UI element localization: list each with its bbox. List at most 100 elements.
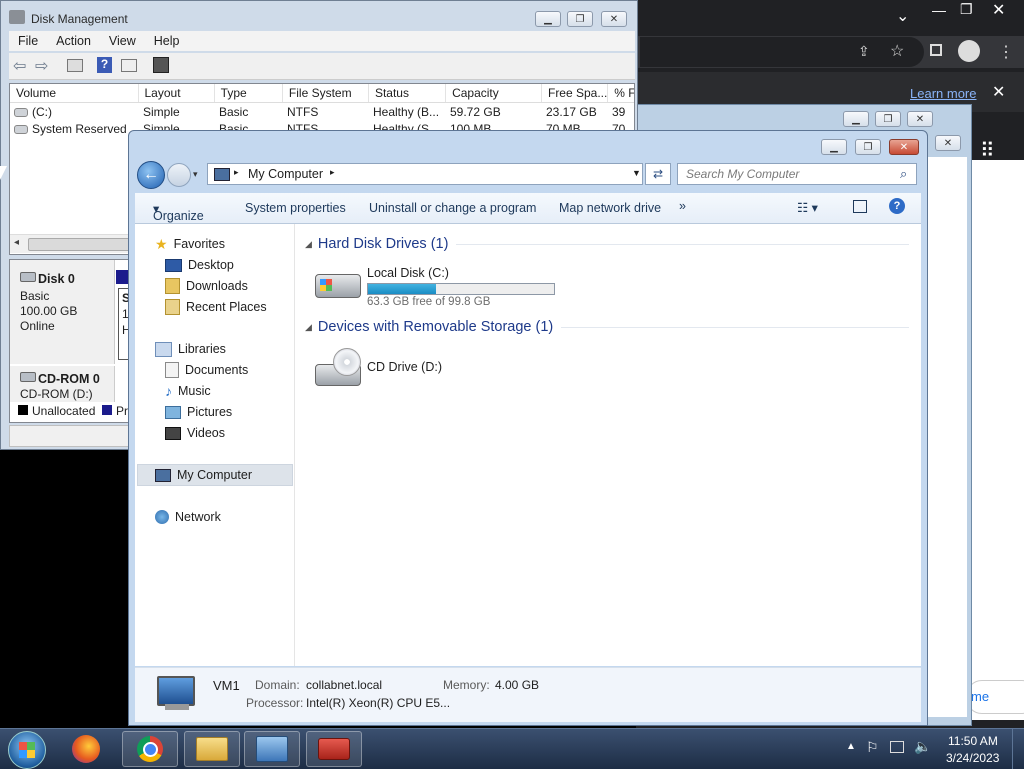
drive-usage-fill <box>368 284 437 294</box>
nav-documents[interactable]: Documents <box>165 360 248 380</box>
menu-help[interactable]: Help <box>154 34 180 48</box>
minimize-icon[interactable]: — <box>932 2 946 18</box>
table-row[interactable]: (C:) Simple Basic NTFS Healthy (B... 59.… <box>10 103 634 120</box>
col-volume[interactable]: Volume <box>10 84 139 102</box>
taskbar-explorer[interactable] <box>184 731 240 767</box>
change-view-icon[interactable]: ☷ ▾ <box>797 200 818 215</box>
maximize-button[interactable]: ❐ <box>567 11 593 27</box>
chrome-pill-button[interactable]: me <box>966 680 1024 714</box>
menu-bar: File Action View Help <box>9 31 635 51</box>
side-panel-icon[interactable] <box>930 44 942 56</box>
col-filesystem[interactable]: File System <box>283 84 369 102</box>
address-bar[interactable]: ▸ My Computer ▸ ▼ <box>207 163 643 185</box>
close-button[interactable]: ✕ <box>889 139 919 155</box>
scroll-left-icon[interactable]: ◂ <box>14 237 19 248</box>
computer-icon <box>157 676 195 706</box>
col-free-space[interactable]: Free Spa... <box>542 84 609 102</box>
nav-music[interactable]: ♪ Music <box>165 381 211 401</box>
cd-disc-icon <box>333 348 361 376</box>
nav-label: Desktop <box>188 258 234 272</box>
chrome-omnibox[interactable] <box>640 37 924 67</box>
maximize-button[interactable]: ❐ <box>875 111 901 127</box>
breadcrumb-arrow-icon[interactable]: ▸ <box>234 167 239 178</box>
refresh-icon[interactable]: ⇄ <box>645 163 671 185</box>
flag-icon[interactable]: ⚐ <box>866 739 879 756</box>
preview-pane-icon[interactable] <box>853 200 867 213</box>
close-button-2[interactable]: ✕ <box>935 135 961 151</box>
group-hard-disk-drives[interactable]: ◢ Hard Disk Drives (1) <box>305 236 909 252</box>
nav-recent-places[interactable]: Recent Places <box>165 297 267 317</box>
breadcrumb[interactable]: My Computer <box>248 167 323 181</box>
minimize-button[interactable]: ▁ <box>821 139 847 155</box>
minimize-button[interactable]: ▁ <box>843 111 869 127</box>
close-button[interactable]: ✕ <box>601 11 627 27</box>
col-type[interactable]: Type <box>215 84 283 102</box>
taskbar-server-manager[interactable] <box>244 731 300 767</box>
close-icon[interactable]: ✕ <box>992 0 1005 20</box>
close-button[interactable]: ✕ <box>907 111 933 127</box>
recent-pages-icon[interactable]: ▾ <box>193 169 198 180</box>
menu-action[interactable]: Action <box>56 34 91 48</box>
breadcrumb-arrow-icon[interactable]: ▸ <box>330 167 335 178</box>
map-network-drive-button[interactable]: Map network drive <box>559 201 661 215</box>
back-icon[interactable]: ⇦ <box>13 56 26 76</box>
volume-muted-icon[interactable]: 🔈 <box>914 738 931 755</box>
nav-label: Pictures <box>187 405 233 419</box>
show-hidden-icons[interactable]: ▲ <box>846 741 856 752</box>
start-button[interactable] <box>8 731 46 769</box>
network-tray-icon[interactable] <box>890 741 904 753</box>
clock-time[interactable]: 11:50 AM <box>948 734 998 748</box>
nav-videos[interactable]: Videos <box>165 423 225 443</box>
learn-more-link[interactable]: Learn more <box>910 86 976 101</box>
nav-desktop[interactable]: Desktop <box>165 255 234 275</box>
share-icon[interactable]: ⇪ <box>858 43 870 60</box>
uninstall-program-button[interactable]: Uninstall or change a program <box>369 201 536 215</box>
clock-date[interactable]: 3/24/2023 <box>946 751 999 765</box>
disk0-label-box[interactable]: Disk 0 Basic 100.00 GB Online <box>10 260 115 364</box>
console-tree-icon[interactable] <box>67 59 83 72</box>
more-commands-button[interactable]: » <box>679 199 686 213</box>
settings-icon[interactable] <box>153 57 169 73</box>
help-icon[interactable]: ? <box>889 198 905 214</box>
organize-button[interactable]: Organize ▾ <box>153 201 204 223</box>
nav-libraries[interactable]: Libraries <box>155 339 226 359</box>
nav-downloads[interactable]: Downloads <box>165 276 248 296</box>
help-icon[interactable]: ? <box>97 57 112 73</box>
menu-file[interactable]: File <box>18 34 38 48</box>
computer-stand-icon <box>165 704 189 710</box>
minimize-button[interactable]: ▁ <box>535 11 561 27</box>
group-removable-storage[interactable]: ◢ Devices with Removable Storage (1) <box>305 319 909 335</box>
col-status[interactable]: Status <box>369 84 447 102</box>
cd-drive-item[interactable]: CD Drive (D:) <box>313 346 513 392</box>
menu-view[interactable]: View <box>109 34 136 48</box>
group-divider <box>456 243 909 245</box>
properties-icon[interactable] <box>121 59 137 72</box>
back-button[interactable]: ← <box>137 161 165 189</box>
nav-favorites[interactable]: ★ Favorites <box>155 234 225 254</box>
profile-icon[interactable] <box>958 40 980 62</box>
forward-button[interactable] <box>167 163 191 187</box>
show-desktop-button[interactable] <box>1012 729 1024 769</box>
col-percent-free[interactable]: % F <box>608 84 634 102</box>
col-layout[interactable]: Layout <box>139 84 215 102</box>
taskbar-chrome[interactable] <box>122 731 178 767</box>
nav-my-computer[interactable]: My Computer <box>155 465 252 485</box>
nav-pictures[interactable]: Pictures <box>165 402 232 422</box>
menu-icon[interactable]: ⋮ <box>998 42 1014 62</box>
restore-icon[interactable]: ❐ <box>960 1 973 18</box>
search-input[interactable]: Search My Computer ⌕ <box>677 163 917 185</box>
music-icon: ♪ <box>165 383 172 399</box>
nav-network[interactable]: Network <box>155 507 221 527</box>
firefox-icon[interactable] <box>72 735 100 763</box>
system-properties-button[interactable]: System properties <box>245 201 346 215</box>
processor-label: Processor: <box>246 696 304 710</box>
col-capacity[interactable]: Capacity <box>446 84 542 102</box>
maximize-button[interactable]: ❐ <box>855 139 881 155</box>
address-dropdown-icon[interactable]: ▼ <box>632 168 641 178</box>
forward-icon[interactable]: ⇨ <box>35 56 48 76</box>
chevron-down-icon[interactable]: ⌄ <box>896 6 909 26</box>
taskbar-toolbox[interactable] <box>306 731 362 767</box>
close-infobar-icon[interactable]: ✕ <box>992 82 1005 102</box>
local-disk-item[interactable]: Local Disk (C:) 63.3 GB free of 99.8 GB <box>313 266 563 308</box>
star-icon[interactable]: ☆ <box>890 41 904 61</box>
